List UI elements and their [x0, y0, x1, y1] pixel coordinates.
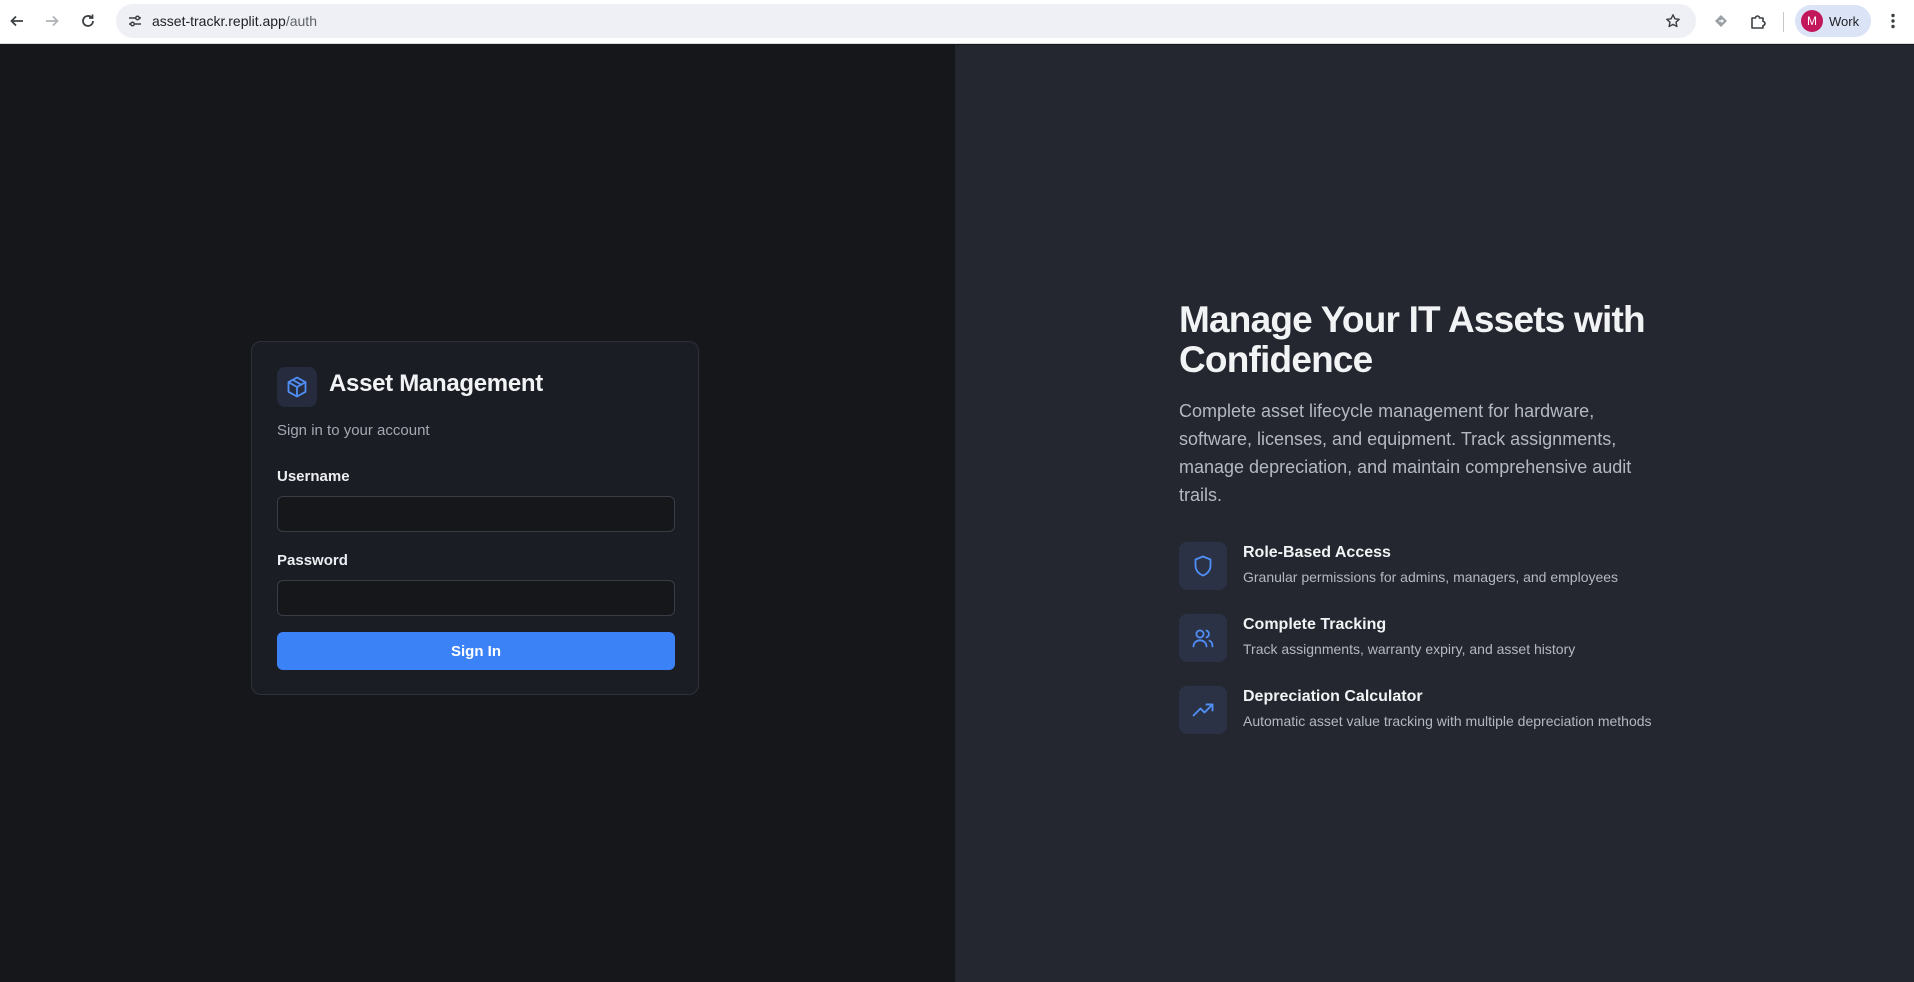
- marketing-pane: [955, 45, 1914, 982]
- feature-title: Complete Tracking: [1243, 616, 1387, 633]
- username-input[interactable]: [277, 496, 675, 532]
- url-text[interactable]: asset-trackr.replit.app/auth: [152, 13, 317, 29]
- hero-description: Complete asset lifecycle management for …: [1179, 401, 1632, 505]
- toolbar-divider: [1783, 12, 1784, 32]
- shield-icon: [1179, 542, 1227, 590]
- profile-button[interactable]: M Work: [1795, 5, 1871, 37]
- login-card: Asset Management Sign in to your account…: [251, 341, 699, 695]
- package-icon: [277, 367, 317, 407]
- login-subtitle: Sign in to your account: [277, 422, 430, 439]
- feature-description: Track assignments, warranty expiry, and …: [1243, 641, 1576, 657]
- feature-description: Automatic asset value tracking with mult…: [1243, 713, 1652, 729]
- avatar: M: [1801, 10, 1823, 32]
- users-icon: [1179, 614, 1227, 662]
- sign-in-button[interactable]: Sign In: [277, 632, 675, 670]
- password-input[interactable]: [277, 580, 675, 616]
- reload-icon: [82, 14, 94, 27]
- feature-title: Role-Based Access: [1243, 544, 1391, 561]
- username-label: Username: [277, 468, 350, 485]
- url-host: asset-trackr.replit.app: [152, 13, 286, 29]
- password-label: Password: [277, 552, 348, 569]
- hero-title: Manage Your IT Assets with Confidence: [1179, 299, 1646, 380]
- feature-item: Complete Tracking Track assignments, war…: [1179, 614, 1719, 664]
- back-button[interactable]: [4, 8, 30, 34]
- feature-item: Depreciation Calculator Automatic asset …: [1179, 686, 1719, 736]
- browser-menu-button[interactable]: [1882, 10, 1904, 32]
- arrow-left-icon: [10, 15, 23, 27]
- feature-description: Granular permissions for admins, manager…: [1243, 569, 1619, 585]
- address-bar[interactable]: asset-trackr.replit.app/auth: [116, 4, 1696, 38]
- profile-label: Work: [1829, 13, 1860, 29]
- url-path: /auth: [285, 13, 317, 29]
- bookmark-star-icon[interactable]: [1662, 10, 1684, 32]
- forward-button[interactable]: [39, 8, 65, 34]
- feature-item: Role-Based Access Granular permissions f…: [1179, 542, 1719, 592]
- trending-up-icon: [1179, 686, 1227, 734]
- arrow-right-icon: [46, 15, 59, 27]
- extensions-puzzle-icon[interactable]: [1746, 9, 1770, 33]
- extension-diamond-icon[interactable]: [1709, 9, 1733, 33]
- site-info-icon[interactable]: [124, 10, 146, 32]
- browser-toolbar: asset-trackr.replit.app/auth M Work: [0, 0, 1914, 44]
- app-title: Asset Management: [329, 370, 543, 397]
- feature-title: Depreciation Calculator: [1243, 688, 1423, 705]
- reload-button[interactable]: [75, 8, 101, 34]
- more-vertical-icon: [1891, 13, 1895, 29]
